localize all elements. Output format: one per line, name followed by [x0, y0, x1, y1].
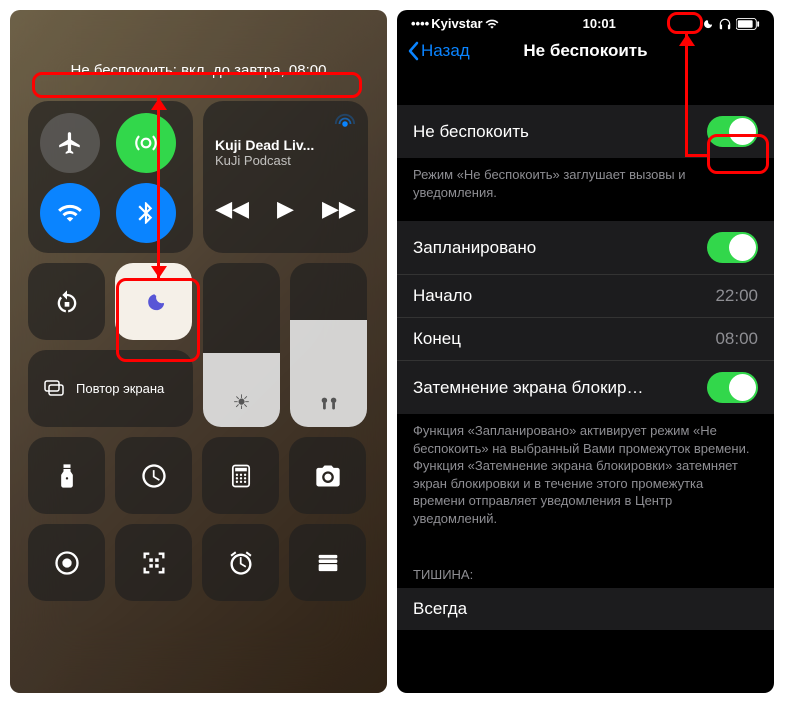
control-center-screen: Не беспокоить: вкл. до завтра, 08:00 Kuj…	[10, 10, 387, 693]
volume-slider[interactable]	[290, 263, 367, 427]
dnd-status-text: Не беспокоить: вкл. до завтра, 08:00	[28, 60, 369, 81]
rewind-button[interactable]: ◀◀	[215, 196, 249, 222]
dim-toggle[interactable]	[707, 372, 758, 403]
flashlight-button[interactable]	[28, 437, 105, 514]
chevron-left-icon	[407, 41, 419, 61]
start-label: Начало	[413, 286, 472, 306]
always-row[interactable]: Всегда	[397, 588, 774, 630]
back-label: Назад	[421, 41, 470, 61]
nav-bar: Назад Не беспокоить	[397, 33, 774, 75]
page-title: Не беспокоить	[523, 41, 647, 61]
carrier-label: Kyivstar	[431, 16, 482, 31]
cellular-toggle[interactable]	[116, 113, 176, 173]
play-button[interactable]: ▶	[277, 196, 294, 222]
settings-screen: •••• Kyivstar 10:01 Назад Не беспокоить …	[397, 10, 774, 693]
airplane-mode-toggle[interactable]	[40, 113, 100, 173]
end-label: Конец	[413, 329, 461, 349]
wifi-toggle[interactable]	[40, 183, 100, 243]
end-value: 08:00	[715, 329, 758, 349]
headphones-icon	[718, 17, 732, 31]
wifi-icon	[485, 17, 499, 31]
dnd-main-label: Не беспокоить	[413, 122, 529, 142]
dnd-main-footer: Режим «Не беспокоить» заглушает вызовы и…	[397, 158, 774, 221]
airpods-icon	[318, 393, 340, 415]
start-row[interactable]: Начало 22:00	[397, 275, 774, 318]
back-button[interactable]: Назад	[407, 41, 470, 61]
screen-mirroring-button[interactable]: Повтор экрана	[28, 350, 193, 427]
always-label: Всегда	[413, 599, 467, 619]
airplay-icon[interactable]	[334, 113, 356, 140]
media-title: Kuji Dead Liv...	[215, 137, 314, 153]
brightness-slider[interactable]: ☀	[203, 263, 280, 427]
bluetooth-toggle[interactable]	[116, 183, 176, 243]
brightness-icon: ☀	[233, 390, 251, 415]
dim-label: Затемнение экрана блокир…	[413, 378, 644, 398]
scheduled-row[interactable]: Запланировано	[397, 221, 774, 275]
end-row[interactable]: Конец 08:00	[397, 318, 774, 361]
connectivity-tile	[28, 101, 193, 253]
scheduled-footer: Функция «Запланировано» активирует режим…	[397, 414, 774, 547]
media-tile[interactable]: Kuji Dead Liv... KuJi Podcast ◀◀ ▶ ▶▶	[203, 101, 368, 253]
screen-record-button[interactable]	[28, 524, 105, 601]
silence-header: ТИШИНА:	[397, 547, 774, 588]
dnd-main-row[interactable]: Не беспокоить	[397, 105, 774, 158]
forward-button[interactable]: ▶▶	[322, 196, 356, 222]
alarm-button[interactable]	[202, 524, 279, 601]
rotation-lock-toggle[interactable]	[28, 263, 105, 340]
scheduled-label: Запланировано	[413, 238, 536, 258]
qr-scan-button[interactable]	[115, 524, 192, 601]
start-value: 22:00	[715, 286, 758, 306]
scheduled-toggle[interactable]	[707, 232, 758, 263]
clock: 10:01	[583, 16, 616, 31]
timer-button[interactable]	[115, 437, 192, 514]
mirror-label: Повтор экрана	[76, 381, 164, 397]
dnd-status-icon	[700, 17, 714, 31]
signal-icon: ••••	[411, 16, 429, 31]
dim-row[interactable]: Затемнение экрана блокир…	[397, 361, 774, 414]
status-bar: •••• Kyivstar 10:01	[397, 10, 774, 33]
media-subtitle: KuJi Podcast	[215, 153, 291, 168]
dnd-main-toggle[interactable]	[707, 116, 758, 147]
battery-icon	[736, 18, 760, 30]
camera-button[interactable]	[289, 437, 366, 514]
calculator-button[interactable]	[202, 437, 279, 514]
wallet-button[interactable]	[289, 524, 366, 601]
dnd-toggle[interactable]	[115, 263, 192, 340]
